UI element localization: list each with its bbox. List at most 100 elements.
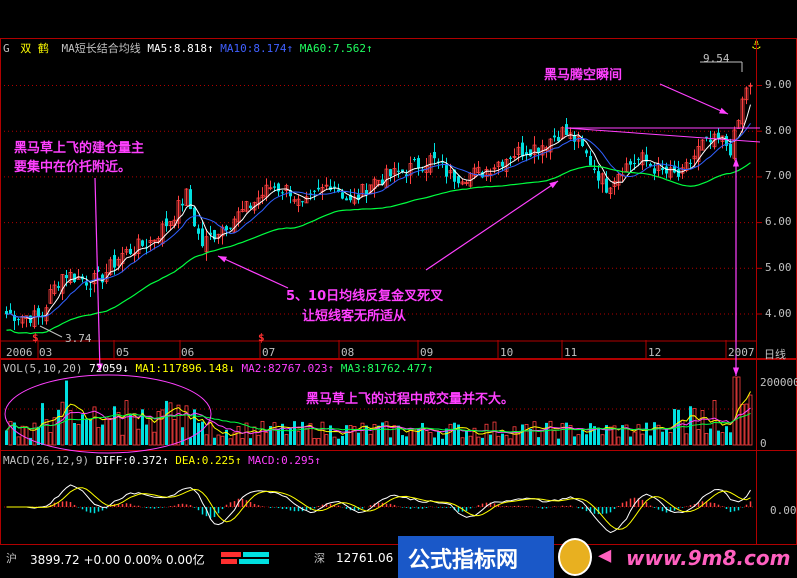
arrow-to-breakout <box>659 83 729 115</box>
macd-value: MACD:0.295 <box>248 454 315 467</box>
time-tick: 11 <box>564 346 578 359</box>
period-label[interactable]: 日线 <box>764 346 786 362</box>
volume-bar <box>476 436 481 446</box>
volume-bar <box>649 435 652 445</box>
volume-bar <box>272 422 277 446</box>
volume-bar <box>220 435 225 446</box>
volume-bar <box>700 410 705 446</box>
dea-arrow-icon: ↑ <box>234 454 242 467</box>
volume-bar <box>576 434 581 446</box>
candle-body <box>197 228 200 234</box>
candle-body <box>501 161 504 167</box>
candle-body <box>593 168 596 171</box>
volume-bar <box>113 406 116 445</box>
volume-bar <box>589 423 592 445</box>
volume-bar <box>236 426 241 446</box>
time-tick: 10 <box>500 346 514 359</box>
volume-bar <box>389 437 392 445</box>
ex-rights-marker-icon[interactable]: $ <box>258 331 265 344</box>
sh-quote[interactable]: 3899.72 +0.00 0.00% 0.00亿 <box>30 551 205 568</box>
candle-body <box>225 226 228 231</box>
volume-bar <box>661 431 664 445</box>
volume-bar <box>717 430 720 445</box>
volume-bar <box>293 421 296 445</box>
candle-body <box>557 136 560 142</box>
volume-bar <box>44 419 49 446</box>
volume-bar <box>24 426 29 446</box>
time-tick: 05 <box>116 346 130 359</box>
diff-arrow-icon: ↑ <box>161 454 169 467</box>
vol-ma2-arrow-icon: ↑ <box>327 362 335 375</box>
candle-body <box>417 158 420 169</box>
macd-dea: DEA:0.225 <box>175 454 235 467</box>
candle-body <box>729 143 732 156</box>
vol-tick: 0 <box>760 437 767 450</box>
macd-diff: DIFF:0.372 <box>95 454 162 467</box>
volume-bar <box>156 411 161 446</box>
volume-bar <box>437 431 440 445</box>
volume-bar <box>348 425 353 446</box>
volume-bar <box>732 376 737 446</box>
macd-arrow-icon: ↑ <box>314 454 321 467</box>
candle-body <box>85 282 88 286</box>
volume-bar <box>301 421 304 445</box>
candle-body <box>345 198 348 201</box>
volume-bar <box>48 432 53 446</box>
volume-bar <box>552 430 557 446</box>
volume-bar <box>597 427 600 445</box>
sz-quote[interactable]: 12761.06 <box>336 551 393 565</box>
volume-bar <box>368 433 373 446</box>
volume-bar <box>668 432 673 446</box>
volume-bar <box>104 416 109 446</box>
candle-body <box>341 192 344 199</box>
candle-body <box>141 240 144 246</box>
arrow-to-crosses-right-head <box>549 181 558 189</box>
candle-body <box>89 288 92 290</box>
vol-label: VOL(5,10,20) <box>3 362 83 375</box>
arrow-down-to-volume-head <box>732 367 740 376</box>
volume-bar <box>228 438 233 446</box>
volume-bar <box>260 420 265 446</box>
volume-bar <box>320 421 325 446</box>
volume-bar <box>277 429 280 445</box>
volume-bar <box>136 428 141 446</box>
volume-bar <box>545 422 548 445</box>
volume-bar <box>89 419 92 445</box>
volume-bar <box>496 435 501 446</box>
candle-body <box>113 255 116 268</box>
watermark-logo-icon <box>558 538 592 576</box>
volume-bar <box>548 420 553 446</box>
price-tick: 6.00 <box>765 215 792 228</box>
volume-bar <box>581 429 584 445</box>
candle-body <box>17 319 20 321</box>
price-tick: 4.00 <box>765 307 792 320</box>
volume-bar <box>704 432 709 446</box>
price-tick: 9.00 <box>765 78 792 91</box>
volume-bar <box>160 409 165 446</box>
volume-bar <box>521 424 524 445</box>
macd-tick: 0.00 <box>770 504 797 517</box>
candle-body <box>445 165 448 177</box>
volume-bar <box>296 430 301 446</box>
volume-bar <box>201 421 204 445</box>
time-tick: 07 <box>262 346 276 359</box>
volume-bar <box>729 432 732 445</box>
vol-value: 72059 <box>89 362 123 375</box>
volume-bar <box>249 438 252 445</box>
volume-bar <box>537 437 540 445</box>
candle-body <box>677 169 680 177</box>
price-tick: 8.00 <box>765 124 792 137</box>
vol-ma3: MA3:81762.477 <box>340 362 427 375</box>
low-marker <box>39 325 63 338</box>
candle-body <box>317 187 320 190</box>
volume-bar <box>73 423 76 445</box>
ex-rights-marker-icon[interactable]: $ <box>32 331 39 344</box>
volume-bar <box>108 418 113 446</box>
volume-bar <box>152 431 157 446</box>
volume-bar <box>489 434 492 445</box>
vol-ma2: MA2:82767.023 <box>241 362 328 375</box>
candle-body <box>665 166 668 174</box>
volume-bar <box>76 424 81 446</box>
watermark-url: www.9m8.com <box>626 546 791 570</box>
volume-bar <box>448 423 453 446</box>
